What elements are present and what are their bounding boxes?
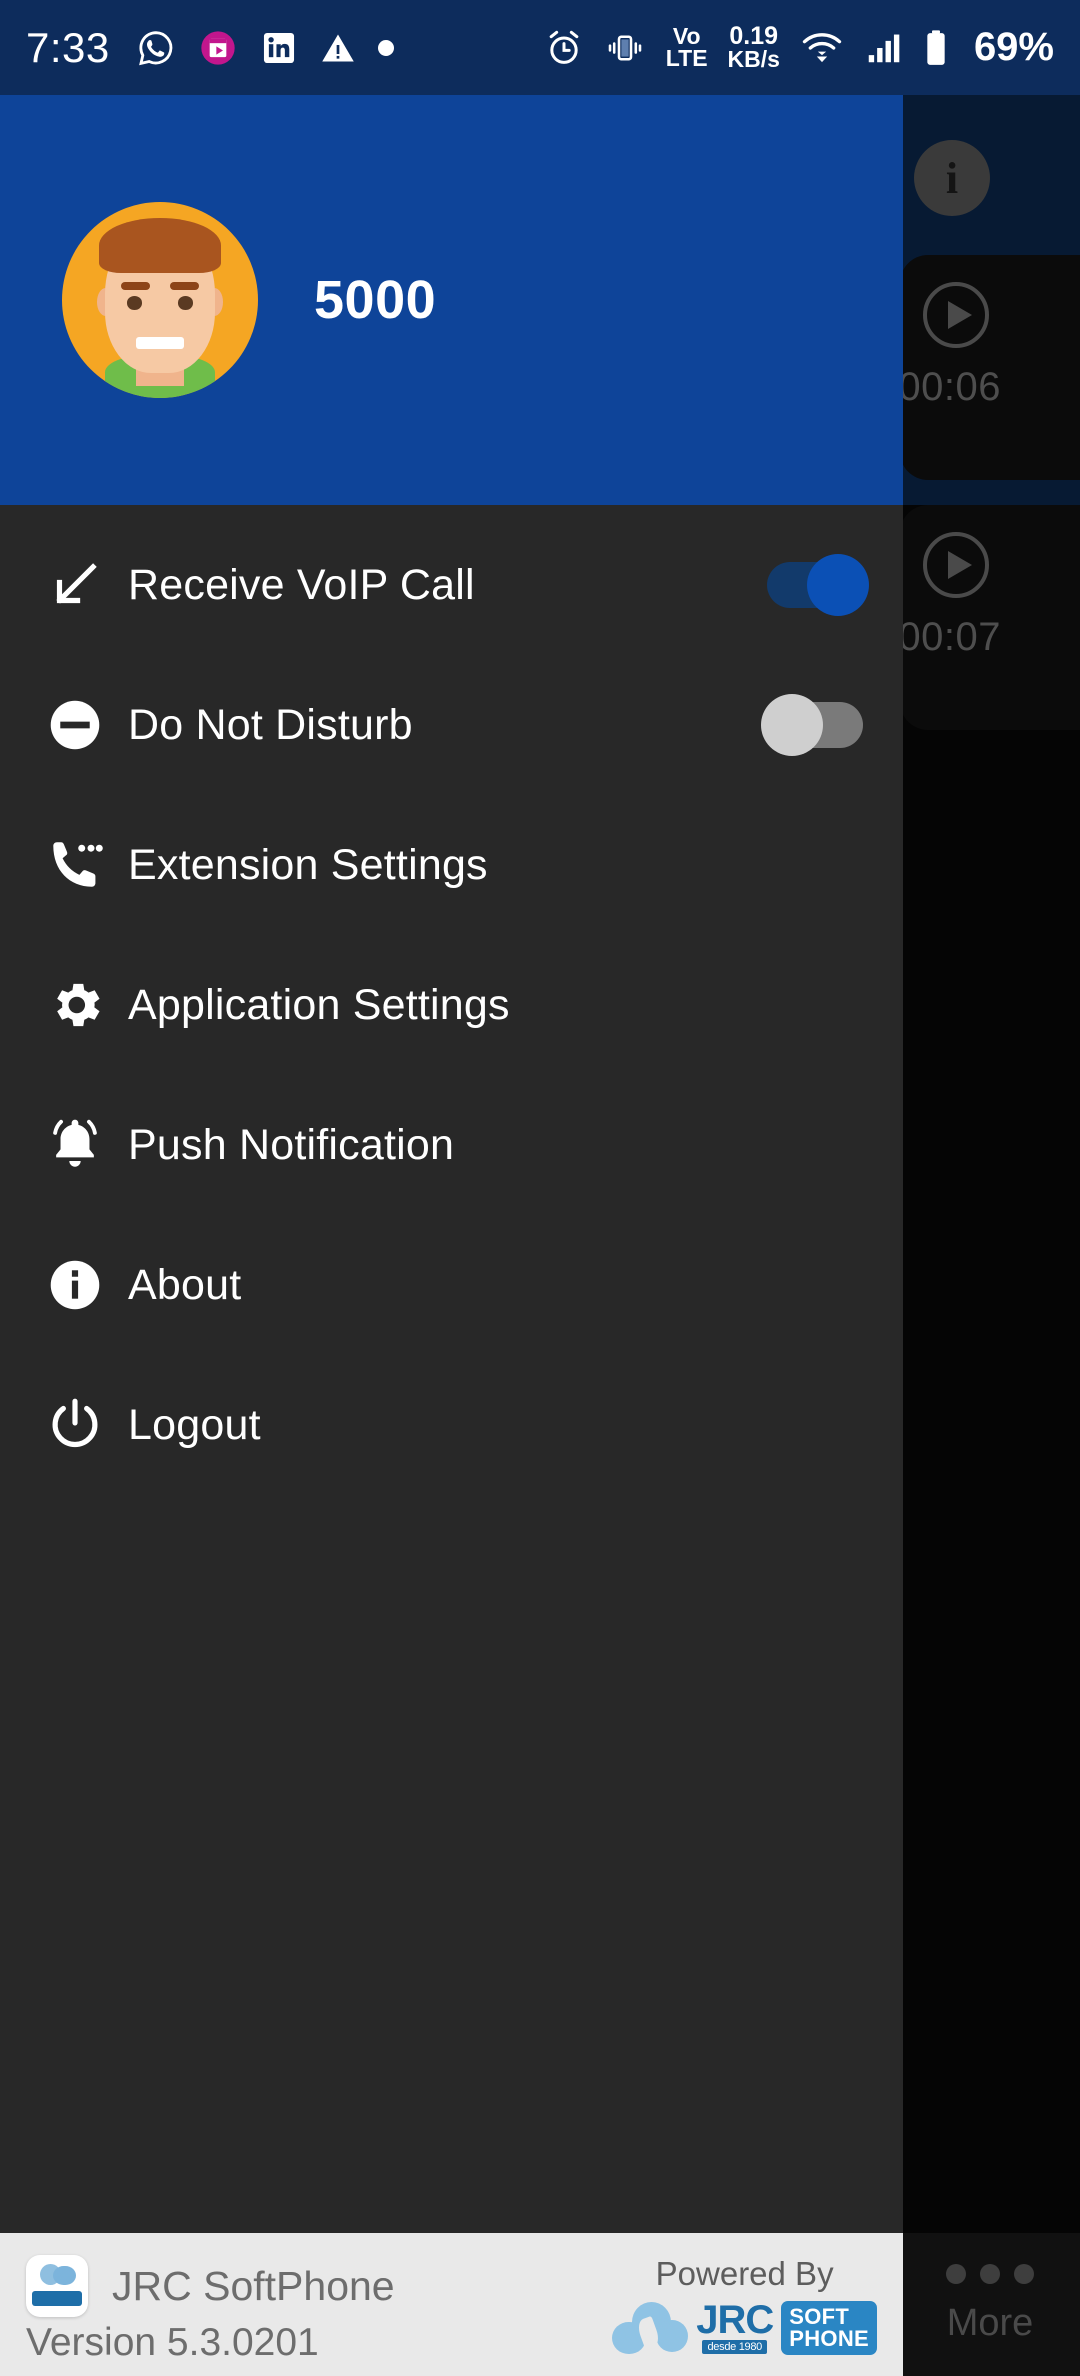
gear-icon bbox=[32, 974, 118, 1036]
vibrate-icon bbox=[608, 34, 642, 61]
menu-item-label: Logout bbox=[128, 1400, 261, 1449]
jrc-app-icon bbox=[26, 2255, 88, 2317]
more-dots-icon bbox=[946, 2264, 1034, 2284]
volte-bottom: LTE bbox=[665, 44, 708, 71]
menu-item-logout[interactable]: Logout bbox=[0, 1355, 903, 1495]
warning-triangle-icon bbox=[322, 34, 354, 61]
menu-item-push-notification[interactable]: Push Notification bbox=[0, 1075, 903, 1215]
app-name: JRC SoftPhone bbox=[112, 2262, 395, 2309]
user-extension-number: 5000 bbox=[314, 270, 437, 330]
wifi-icon bbox=[802, 32, 842, 62]
menu-item-extension-settings[interactable]: Extension Settings bbox=[0, 795, 903, 935]
play-circle-icon[interactable] bbox=[923, 532, 989, 598]
powered-by-label: Powered By bbox=[655, 2255, 834, 2292]
linkedin-icon bbox=[263, 32, 294, 63]
status-bar-clock: 7:33 bbox=[26, 23, 110, 71]
whatsapp-icon bbox=[138, 30, 173, 65]
status-bar-system-icons: Vo LTE 0.19 KB/s 69% bbox=[544, 24, 1054, 71]
recording-card[interactable]: 0:00:06 bbox=[864, 255, 1080, 480]
tab-more[interactable]: More bbox=[900, 2233, 1080, 2376]
network-speed-indicator: 0.19 KB/s bbox=[728, 24, 780, 71]
menu-item-label: About bbox=[128, 1260, 242, 1309]
menu-item-receive-voip-call[interactable]: Receive VoIP Call bbox=[0, 515, 903, 655]
status-bar-notification-icons bbox=[136, 28, 394, 68]
power-icon bbox=[32, 1394, 118, 1456]
network-speed-unit: KB/s bbox=[727, 46, 780, 73]
info-circle-icon bbox=[32, 1254, 118, 1316]
softphone-badge-soft: SOFT bbox=[789, 2304, 850, 2329]
tab-more-label: More bbox=[946, 2302, 1034, 2344]
app-version: Version 5.3.0201 bbox=[26, 2321, 319, 2364]
menu-item-label: Do Not Disturb bbox=[128, 700, 413, 749]
jrc-tagline: desde 1980 bbox=[702, 2340, 767, 2354]
recording-card[interactable]: 0:00:07 bbox=[864, 505, 1080, 730]
alarm-clock-icon bbox=[549, 30, 579, 64]
receive-voip-call-toggle[interactable] bbox=[767, 554, 869, 616]
info-circle-icon[interactable]: i bbox=[914, 140, 990, 216]
softphone-badge-phone: PHONE bbox=[789, 2326, 869, 2351]
drawer-footer: JRC SoftPhone Version 5.3.0201 Powered B… bbox=[0, 2233, 903, 2376]
powered-by-block: Powered By JRC desde 1980 SOFT PHONE bbox=[612, 2255, 877, 2355]
network-speed-value: 0.19 bbox=[729, 21, 779, 50]
menu-item-label: Receive VoIP Call bbox=[128, 560, 475, 609]
bell-ringing-icon bbox=[32, 1114, 118, 1176]
do-not-disturb-toggle[interactable] bbox=[761, 694, 863, 756]
cell-signal-icon bbox=[868, 34, 900, 62]
menu-item-application-settings[interactable]: Application Settings bbox=[0, 935, 903, 1075]
volte-icon: Vo LTE bbox=[665, 24, 708, 71]
menu-item-label: Application Settings bbox=[128, 980, 510, 1029]
status-bar: 7:33 Vo LTE 0.19 KB/s 69% bbox=[0, 0, 1080, 95]
phone-screen: i 0:00:06 0:00:07 More 7:33 Vo LTE 0.19 … bbox=[0, 0, 1080, 2376]
menu-item-label: Push Notification bbox=[128, 1120, 455, 1169]
menu-item-do-not-disturb[interactable]: Do Not Disturb bbox=[0, 655, 903, 795]
jrc-wordmark: JRC bbox=[696, 2298, 774, 2342]
calendar-app-icon bbox=[201, 30, 235, 65]
menu-item-about[interactable]: About bbox=[0, 1215, 903, 1355]
battery-icon bbox=[927, 29, 945, 65]
jrc-cloud-logo bbox=[612, 2302, 689, 2354]
softphone-badge: SOFT PHONE bbox=[781, 2301, 877, 2355]
jrc-softphone-logo: JRC desde 1980 SOFT PHONE bbox=[612, 2298, 877, 2355]
app-info: JRC SoftPhone Version 5.3.0201 bbox=[26, 2255, 395, 2365]
do-not-disturb-icon bbox=[32, 694, 118, 756]
phone-dots-icon bbox=[32, 834, 118, 896]
incoming-call-arrow-icon bbox=[32, 554, 118, 616]
drawer-menu: Receive VoIP Call Do Not Disturb Extensi… bbox=[0, 505, 903, 2233]
battery-percent: 69% bbox=[973, 25, 1054, 69]
avatar[interactable] bbox=[62, 202, 258, 398]
menu-item-label: Extension Settings bbox=[128, 840, 488, 889]
drawer-header: 5000 bbox=[0, 95, 903, 505]
dot-icon bbox=[377, 39, 394, 56]
navigation-drawer: 5000 Receive VoIP Call Do Not Disturb Ex… bbox=[0, 95, 903, 2376]
play-circle-icon[interactable] bbox=[923, 282, 989, 348]
